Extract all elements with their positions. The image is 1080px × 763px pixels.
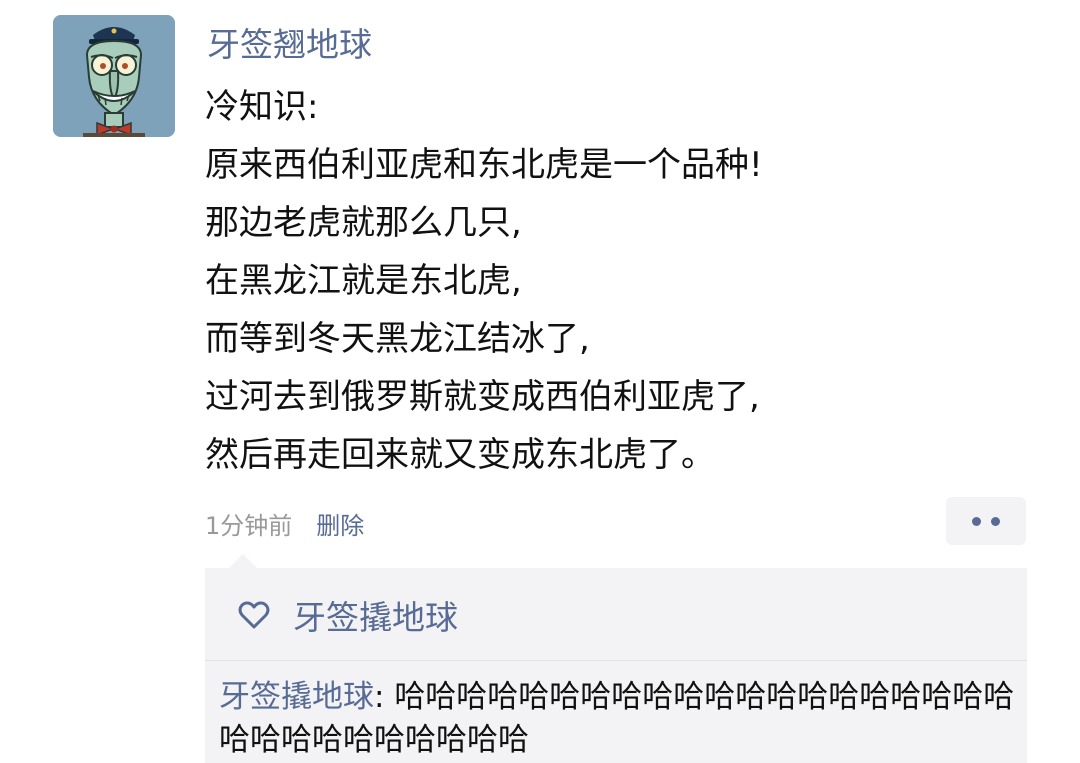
heart-outline-icon (237, 598, 271, 632)
post-timestamp: 1分钟前 (205, 511, 293, 540)
post-text-line: 那边老虎就那么几只, (205, 203, 522, 243)
comment-item[interactable]: 牙签撬地球: 哈哈哈哈哈哈哈哈哈哈哈哈哈哈哈哈哈哈哈哈哈哈哈哈哈哈哈哈哈哈 (219, 676, 1023, 762)
post-text-line: 冷知识: (205, 87, 319, 127)
post-text-line: 过河去到俄罗斯就变成西伯利亚虎了, (205, 377, 760, 417)
panel-divider (205, 660, 1027, 661)
more-actions-button[interactable] (946, 497, 1026, 545)
squidward-avatar-image (53, 15, 175, 137)
avatar[interactable] (53, 15, 175, 137)
post-text-line: 原来西伯利亚虎和东北虎是一个品种! (205, 145, 763, 185)
delete-link[interactable]: 删除 (316, 506, 364, 541)
post-meta: 1分钟前 删除 (205, 505, 364, 541)
likes-comments-panel: 牙签撬地球 牙签撬地球: 哈哈哈哈哈哈哈哈哈哈哈哈哈哈哈哈哈哈哈哈哈哈哈哈哈哈哈… (205, 554, 1027, 763)
post-content: 冷知识: 原来西伯利亚虎和东北虎是一个品种! 那边老虎就那么几只, 在黑龙江就是… (205, 78, 1045, 484)
post-text-line: 在黑龙江就是东北虎, (205, 261, 522, 301)
liker-name[interactable]: 牙签撬地球 (293, 591, 458, 639)
comment-author[interactable]: 牙签撬地球 (219, 679, 374, 715)
post-text-line: 然后再走回来就又变成东北虎了。 (205, 435, 715, 475)
post-text-line: 而等到冬天黑龙江结冰了, (205, 319, 590, 359)
more-dot-icon (991, 516, 1000, 526)
likes-row: 牙签撬地球 (237, 590, 458, 640)
more-dot-icon (972, 516, 981, 526)
post-author-name[interactable]: 牙签翘地球 (207, 22, 372, 68)
comment-separator: : (374, 679, 395, 715)
